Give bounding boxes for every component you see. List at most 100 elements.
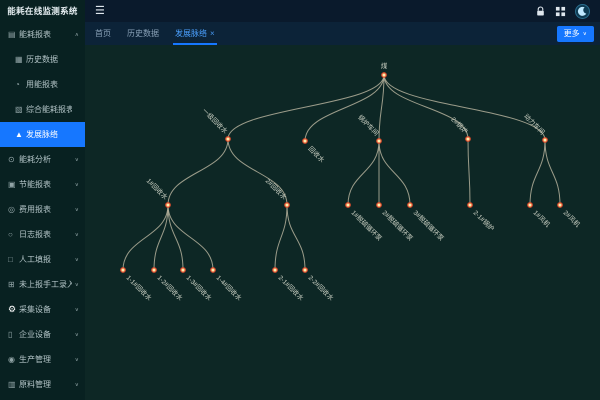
tree-node-label: 2-1#锅炉 (472, 208, 497, 233)
tree-node-n1b[interactable] (285, 203, 289, 207)
tree-node-label: 1#脱硫循环泵 (350, 208, 385, 243)
tree-node-n5[interactable] (543, 138, 547, 142)
hamburger-menu-icon[interactable]: ☰ (95, 6, 105, 17)
cost-report-icon: ◎ (8, 205, 19, 214)
tree-node-n1a[interactable] (166, 203, 170, 207)
tree-node-c4[interactable] (211, 268, 215, 272)
tree-node-label: 1-2#回收水 (156, 273, 186, 303)
sidebar-item-material-mgmt[interactable]: ▥原料管理∨ (0, 372, 85, 397)
chevron-down-icon: ∨ (75, 207, 79, 213)
more-button-label: 更多 (564, 28, 580, 39)
tab-close-icon[interactable]: × (210, 30, 215, 38)
tree-node-c1[interactable] (121, 268, 125, 272)
tree-link (384, 75, 468, 139)
tab-label: 首页 (95, 28, 111, 39)
development-tree-icon: ▲ (15, 130, 26, 139)
chevron-down-icon: ∨ (75, 232, 79, 238)
gear-icon: ⚙ (8, 304, 19, 315)
sidebar-item-manual-fill[interactable]: □人工填报∨ (0, 247, 85, 272)
sidebar-item-energy-use-report[interactable]: ◔用能报表 (0, 72, 85, 97)
tree-node-label: 2#风机 (562, 208, 583, 229)
energy-use-icon: ◔ (15, 80, 26, 89)
sidebar-item-production-mgmt[interactable]: ◉生产管理∨ (0, 347, 85, 372)
sidebar-item-energy-report[interactable]: ▤能耗报表∧ (0, 22, 85, 47)
tree-link (379, 141, 410, 205)
saving-report-icon: ▣ (8, 180, 19, 189)
analysis-icon: ⊙ (8, 155, 19, 164)
sidebar-item-history-data[interactable]: ▦历史数据 (0, 47, 85, 72)
tree-node-n4a[interactable] (468, 203, 472, 207)
history-data-icon: ▦ (15, 55, 26, 64)
sidebar-item-collection-device[interactable]: ⚙采集设备∨ (0, 297, 85, 322)
tree-node-n5b[interactable] (558, 203, 562, 207)
sidebar-item-label: 节能报表 (19, 179, 51, 190)
tree-node-label: 1#风机 (532, 208, 553, 229)
sidebar-item-label: 能耗报表 (19, 29, 51, 40)
tree-node-n3c[interactable] (408, 203, 412, 207)
tree-canvas: 煤一级回收水回收水锅炉车间2#锅炉动力车间1#回收水2#回收水1#脱硫循环泵2#… (85, 45, 600, 400)
tree-link (228, 75, 384, 139)
tree-node-c2[interactable] (152, 268, 156, 272)
tree-node-n2[interactable] (303, 139, 307, 143)
tab-list: 首页 历史数据 发展脉络× (95, 22, 215, 45)
sidebar-item-energy-analysis[interactable]: ⊙能耗分析∨ (0, 147, 85, 172)
tree-node-label: 1#回收水 (145, 176, 171, 202)
sidebar-item-comprehensive-report[interactable]: ▧综合能耗报表 (0, 97, 85, 122)
sidebar-item-manual-entry[interactable]: ⊞未上报手工录入∨ (0, 272, 85, 297)
tree-node-c6[interactable] (303, 268, 307, 272)
tree-node-label: 锅炉车间 (356, 113, 381, 138)
tree-node-root[interactable] (382, 73, 386, 77)
tree-link (530, 140, 545, 205)
tree-node-n3[interactable] (377, 139, 381, 143)
tree-node-n5a[interactable] (528, 203, 532, 207)
tree-node-label: 1-4#回收水 (215, 273, 245, 303)
sidebar-item-saving-report[interactable]: ▣节能报表 ∨ (0, 172, 85, 197)
tree-node-c3[interactable] (181, 268, 185, 272)
tree-node-n3a[interactable] (346, 203, 350, 207)
tab-发展脉络[interactable]: 发展脉络× (175, 22, 215, 45)
tabbar: 首页 历史数据 发展脉络× 更多 ∨ (85, 22, 600, 45)
manual-entry-icon: ⊞ (8, 280, 19, 289)
tree-link (545, 140, 560, 205)
tree-link (168, 205, 183, 270)
tree-node-label: 一级回收水 (201, 106, 231, 136)
chevron-down-icon: ∨ (75, 357, 79, 363)
sidebar-item-label: 用能报表 (26, 79, 58, 90)
sidebar-item-log-report[interactable]: ○日志报表∨ (0, 222, 85, 247)
tree-node-c5[interactable] (273, 268, 277, 272)
more-button[interactable]: 更多 ∨ (557, 26, 594, 42)
chevron-down-icon: ∨ (75, 157, 79, 163)
sidebar-item-development-tree[interactable]: ▲发展脉络 (0, 122, 85, 147)
log-report-icon: ○ (8, 230, 19, 239)
sidebar-item-cost-report[interactable]: ◎费用报表∨ (0, 197, 85, 222)
chevron-down-icon: ∨ (75, 257, 79, 263)
tree-link (348, 141, 379, 205)
chevron-down-icon: ∨ (75, 382, 79, 388)
fullscreen-grid-icon[interactable] (555, 6, 566, 17)
tree-node-n1[interactable] (226, 137, 230, 141)
tab-label: 发展脉络 (175, 28, 207, 39)
sidebar-item-label: 企业设备 (19, 329, 51, 340)
tab-label: 历史数据 (127, 28, 159, 39)
topbar: ☰ (85, 0, 600, 22)
sidebar: 能耗在线监测系统 ▤能耗报表∧▦历史数据◔用能报表▧综合能耗报表▲发展脉络⊙能耗… (0, 0, 85, 400)
sidebar-item-label: 采集设备 (19, 304, 51, 315)
lock-icon[interactable] (535, 6, 546, 17)
avatar[interactable] (575, 4, 590, 19)
chevron-down-icon: ∨ (583, 31, 587, 37)
tree-svg: 煤一级回收水回收水锅炉车间2#锅炉动力车间1#回收水2#回收水1#脱硫循环泵2#… (85, 45, 600, 400)
tree-node-n4[interactable] (466, 137, 470, 141)
chevron-down-icon: ∨ (75, 282, 79, 288)
chevron-down-icon: ∨ (75, 182, 79, 188)
tree-node-label: 1-3#回收水 (185, 273, 215, 303)
tree-link (168, 205, 213, 270)
tree-node-n3b[interactable] (377, 203, 381, 207)
tree-node-label: 2-1#回收水 (277, 273, 307, 303)
tree-node-label: 2-2#回收水 (307, 273, 337, 303)
tab-首页[interactable]: 首页 (95, 22, 111, 45)
tree-link (275, 205, 287, 270)
tree-link (287, 205, 305, 270)
sidebar-item-enterprise-device[interactable]: ▯企业设备∨ (0, 322, 85, 347)
tab-历史数据[interactable]: 历史数据 (127, 22, 159, 45)
tree-node-label: 煤 (381, 61, 388, 70)
